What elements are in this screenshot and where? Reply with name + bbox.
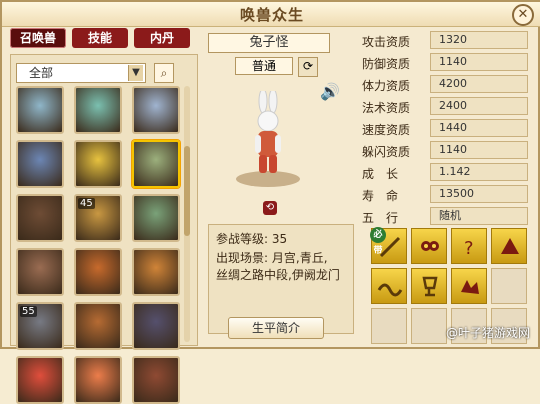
empty-skill-slot: [491, 268, 527, 304]
pet-thumbnail[interactable]: [74, 86, 122, 134]
stat-value: 1320: [430, 31, 528, 49]
empty-skill-slot: [411, 308, 447, 344]
scrollbar-thumb[interactable]: [184, 146, 190, 236]
pet-thumbnail[interactable]: [74, 302, 122, 350]
stat-label: 五 行: [362, 211, 399, 225]
pet-thumbnail[interactable]: [16, 140, 64, 188]
swap-type-icon[interactable]: ⟳: [298, 57, 318, 77]
pet-level-badge: 55: [20, 306, 37, 317]
skill-slot[interactable]: 必带: [370, 227, 407, 264]
pet-window: 唤兽众生 ✕ 召唤兽 技能 内丹 全部 ▼ ⌕ 45 55 兔子怪 普通 ⟳ 🔊 …: [0, 0, 540, 404]
tab-inner-pill[interactable]: 内丹: [134, 28, 190, 48]
stat-value: 2400: [430, 97, 528, 115]
filter-dropdown[interactable]: 全部 ▼: [16, 63, 146, 83]
beast-icon: [501, 238, 519, 254]
tab-pets[interactable]: 召唤兽: [10, 28, 66, 48]
pet-thumbnail[interactable]: [132, 356, 180, 404]
stat-label: 法术资质: [362, 101, 411, 115]
stat-value: 随机: [430, 207, 528, 225]
stat-value: 1140: [430, 141, 528, 159]
bio-button[interactable]: 生平简介: [228, 317, 324, 339]
pet-type-label: 普通: [235, 57, 293, 75]
speaker-icon[interactable]: 🔊: [320, 82, 340, 101]
stat-label: 成 长: [362, 167, 399, 181]
scrollbar[interactable]: [184, 86, 190, 342]
stat-label: 体力资质: [362, 79, 411, 93]
pet-thumbnail[interactable]: 55: [16, 302, 64, 350]
pet-thumbnail[interactable]: [16, 356, 64, 404]
pet-level-badge: 45: [78, 198, 95, 209]
stat-value: 1440: [430, 119, 528, 137]
info-location-2: 丝绸之路中段,伊阙龙门: [216, 268, 340, 282]
stat-label: 速度资质: [362, 123, 411, 137]
hand-icon: [461, 280, 479, 294]
empty-skill-slot: [371, 308, 407, 344]
skill-slot[interactable]: [411, 228, 447, 264]
stat-value: 1140: [430, 53, 528, 71]
svg-text:?: ?: [464, 238, 474, 259]
stat-label: 躲闪资质: [362, 145, 411, 159]
pet-thumbnail[interactable]: [132, 302, 180, 350]
skill-slot[interactable]: [451, 268, 487, 304]
pet-thumbnail[interactable]: [74, 140, 122, 188]
info-level: 参战等级: 35: [216, 232, 288, 246]
pet-thumbnail[interactable]: [16, 86, 64, 134]
pet-thumbnail[interactable]: [74, 356, 122, 404]
stat-label: 攻击资质: [362, 35, 411, 49]
pet-thumbnail[interactable]: [132, 140, 180, 188]
pet-portrait: [236, 91, 300, 187]
skill-slot[interactable]: [491, 228, 527, 264]
tab-skills[interactable]: 技能: [72, 28, 128, 48]
pet-name: 兔子怪: [208, 33, 330, 53]
skill-slot[interactable]: [411, 268, 447, 304]
owl-icon: [421, 241, 439, 251]
skills-grid: 必带?: [370, 227, 531, 344]
title-bar: 唤兽众生 ✕: [2, 2, 540, 27]
window-title: 唤兽众生: [239, 6, 304, 24]
search-icon[interactable]: ⌕: [154, 63, 174, 83]
info-location: 出现场景: 月宫,青丘,: [216, 251, 328, 265]
stat-value: 13500: [430, 185, 528, 203]
close-icon[interactable]: ✕: [512, 4, 534, 26]
rotate-icon[interactable]: ⟲: [263, 201, 277, 215]
stat-label: 寿 命: [362, 189, 399, 203]
pet-thumbnail[interactable]: [132, 86, 180, 134]
filter-value: 全部: [29, 66, 54, 80]
pet-thumbnail[interactable]: [132, 194, 180, 242]
watermark: @叶子猪游戏网: [445, 326, 530, 340]
pet-thumbnail[interactable]: [74, 248, 122, 296]
pet-grid: 45 55: [16, 86, 180, 404]
tab-bar: 召唤兽 技能 内丹: [10, 28, 190, 48]
chevron-down-icon[interactable]: ▼: [128, 65, 143, 81]
pet-thumbnail[interactable]: [132, 248, 180, 296]
skill-slot[interactable]: [371, 268, 407, 304]
wave-icon: [377, 283, 403, 297]
stat-value: 1.142: [430, 163, 528, 181]
stat-label: 防御资质: [362, 57, 411, 71]
pet-thumbnail[interactable]: [16, 194, 64, 242]
skill-slot[interactable]: ?: [451, 228, 487, 264]
stat-value: 4200: [430, 75, 528, 93]
question-icon: ?: [464, 238, 474, 259]
required-skill-badge: 必带: [370, 227, 386, 256]
pet-thumbnail[interactable]: [16, 248, 64, 296]
cup-icon: [422, 276, 438, 297]
pet-thumbnail[interactable]: 45: [74, 194, 122, 242]
